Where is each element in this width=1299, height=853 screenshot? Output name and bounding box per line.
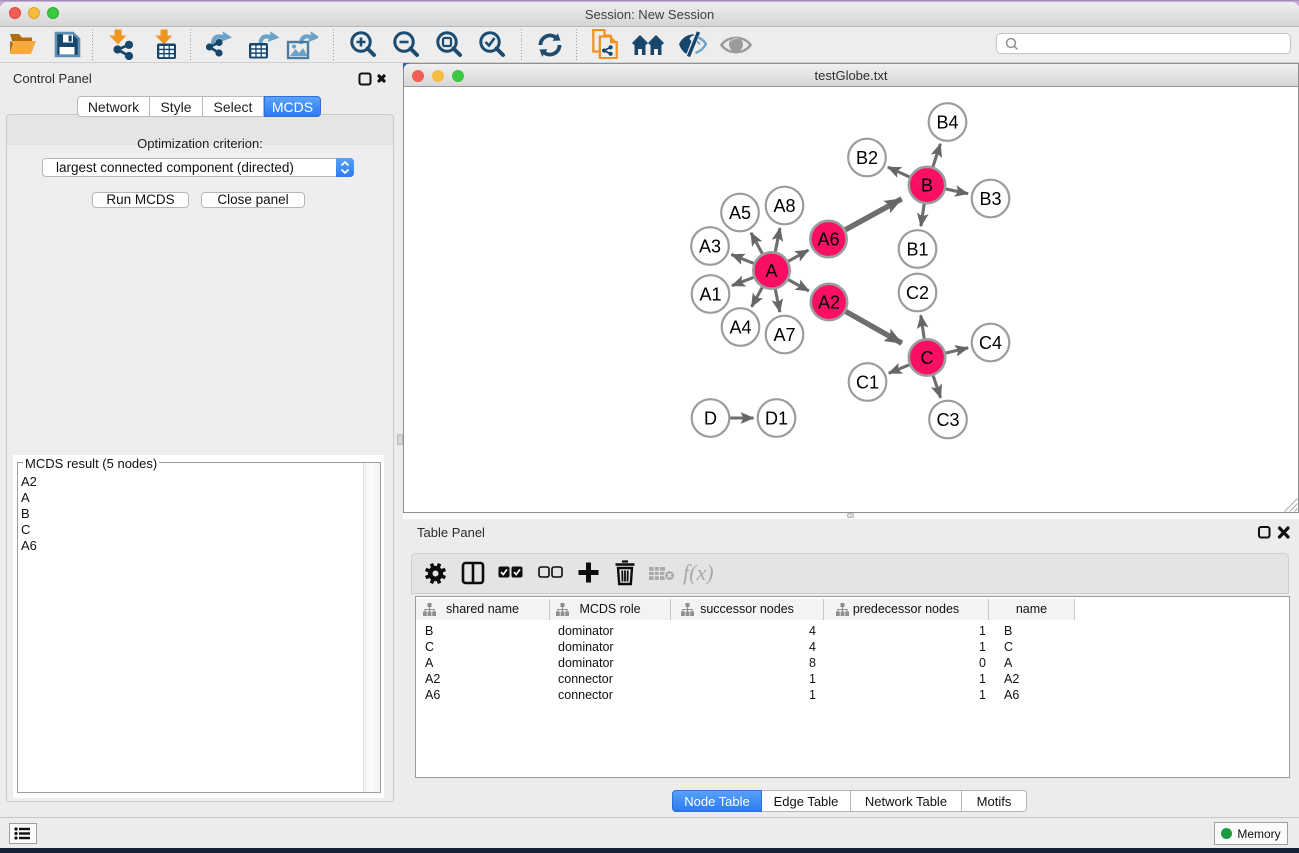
svg-text:B2: B2 [856,148,878,168]
svg-text:C2: C2 [906,283,929,303]
svg-text:A5: A5 [729,203,751,223]
svg-text:B4: B4 [936,112,958,132]
svg-text:A4: A4 [729,317,751,337]
svg-text:A3: A3 [699,236,721,256]
svg-text:A8: A8 [773,196,795,216]
svg-text:A: A [765,261,777,281]
svg-text:C: C [921,348,934,368]
svg-text:D: D [704,408,717,428]
svg-text:D1: D1 [765,408,788,428]
svg-text:A2: A2 [818,292,840,312]
svg-text:C4: C4 [979,333,1002,353]
svg-text:B: B [921,175,933,195]
svg-text:B3: B3 [979,189,1001,209]
svg-text:A6: A6 [817,229,839,249]
svg-text:A1: A1 [699,284,721,304]
svg-text:C3: C3 [936,410,959,430]
svg-text:C1: C1 [856,372,879,392]
svg-text:B1: B1 [906,239,928,259]
svg-text:A7: A7 [773,325,795,345]
